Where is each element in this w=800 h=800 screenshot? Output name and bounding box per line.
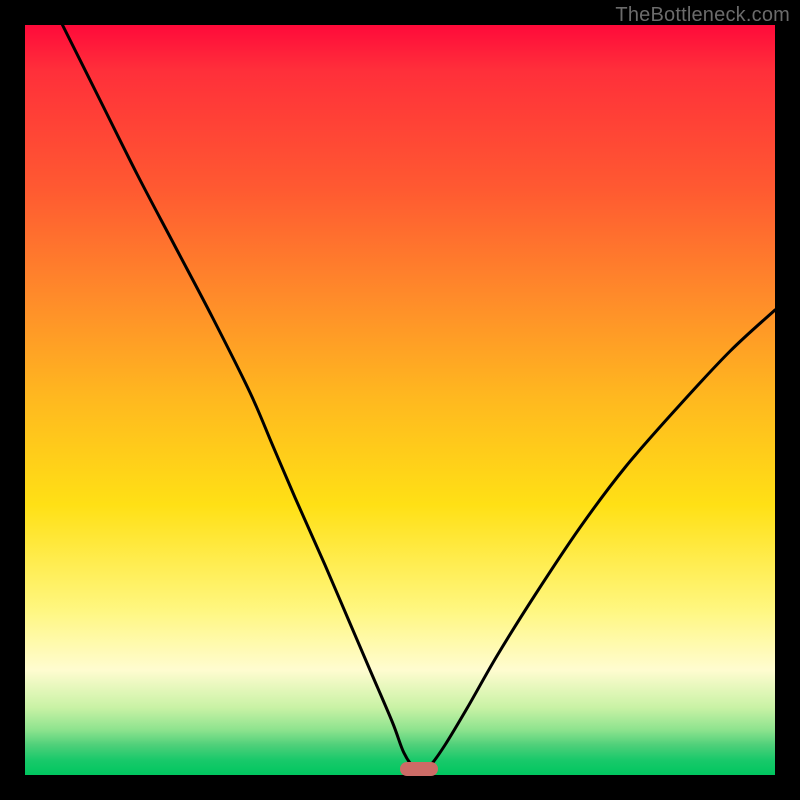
plot-area	[25, 25, 775, 775]
optimal-marker	[400, 762, 438, 776]
bottleneck-curve	[25, 25, 775, 775]
chart-frame: TheBottleneck.com	[0, 0, 800, 800]
watermark-text: TheBottleneck.com	[615, 4, 790, 27]
